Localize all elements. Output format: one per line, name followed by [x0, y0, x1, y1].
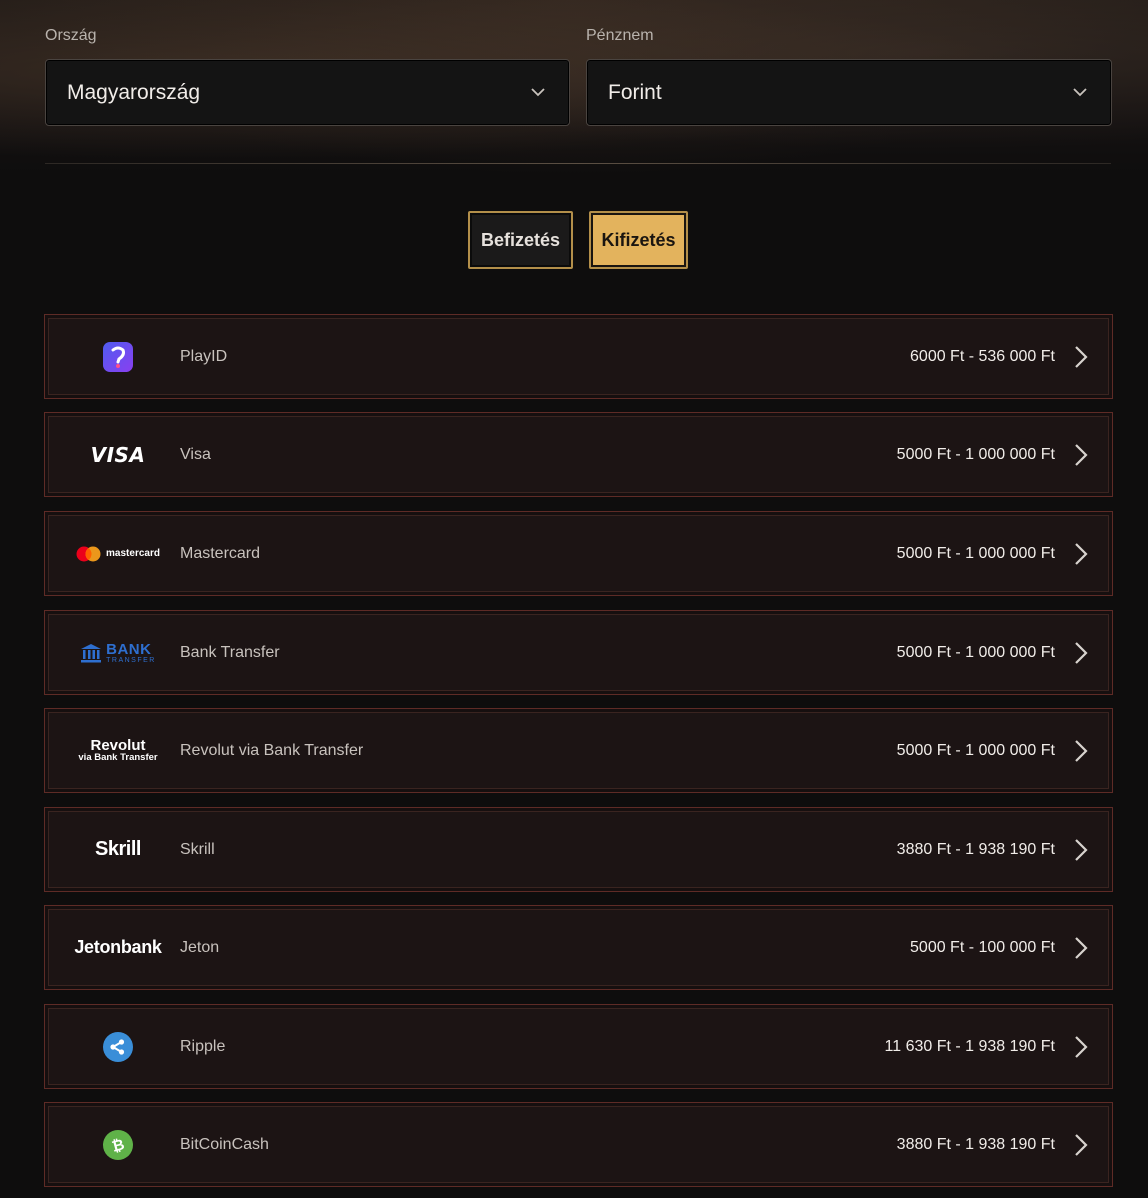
chevron-right-icon	[1075, 838, 1088, 861]
currency-select[interactable]: Forint	[586, 59, 1112, 126]
method-range: 5000 Ft - 100 000 Ft	[910, 938, 1055, 956]
method-range: 5000 Ft - 1 000 000 Ft	[896, 643, 1055, 661]
payment-method-visa[interactable]: VISA Visa 5000 Ft - 1 000 000 Ft	[44, 412, 1113, 497]
chevron-right-icon	[1075, 1133, 1088, 1156]
chevron-down-icon	[531, 87, 545, 96]
method-range: 5000 Ft - 1 000 000 Ft	[896, 445, 1055, 463]
chevron-right-icon	[1075, 542, 1088, 565]
divider	[45, 163, 1111, 164]
currency-select-value: Forint	[608, 80, 662, 104]
method-name: Mastercard	[180, 544, 261, 562]
chevron-down-icon	[1073, 87, 1087, 96]
ripple-icon	[65, 1009, 171, 1084]
payment-method-mastercard[interactable]: mastercard Mastercard 5000 Ft - 1 000 00…	[44, 511, 1113, 596]
tab-withdraw[interactable]: Kifizetés	[589, 211, 688, 269]
method-range: 6000 Ft - 536 000 Ft	[910, 347, 1055, 365]
chevron-right-icon	[1075, 443, 1088, 466]
method-name: Ripple	[180, 1037, 226, 1055]
method-range: 3880 Ft - 1 938 190 Ft	[896, 840, 1055, 858]
method-range: 11 630 Ft - 1 938 190 Ft	[884, 1037, 1055, 1055]
chevron-right-icon	[1075, 739, 1088, 762]
method-name: Bank Transfer	[180, 643, 280, 661]
method-range: 5000 Ft - 1 000 000 Ft	[896, 544, 1055, 562]
payment-method-bank-transfer[interactable]: BANK TRANSFER Bank Transfer 5000 Ft - 1 …	[44, 610, 1113, 695]
method-name: Jeton	[180, 938, 220, 956]
payment-method-ripple[interactable]: Ripple 11 630 Ft - 1 938 190 Ft	[44, 1004, 1113, 1089]
country-select-value: Magyarország	[67, 80, 201, 104]
payment-method-revolut[interactable]: Revolut via Bank Transfer Revolut via Ba…	[44, 708, 1113, 793]
payment-method-skrill[interactable]: Skrill Skrill 3880 Ft - 1 938 190 Ft	[44, 807, 1113, 892]
method-name: Visa	[180, 445, 211, 463]
chevron-right-icon	[1075, 936, 1088, 959]
bitcoincash-icon: ₿	[65, 1107, 171, 1182]
method-range: 3880 Ft - 1 938 190 Ft	[896, 1135, 1055, 1153]
playid-icon	[65, 319, 171, 394]
country-select[interactable]: Magyarország	[45, 59, 570, 126]
bank-transfer-logo: BANK TRANSFER	[65, 615, 171, 690]
mastercard-logo: mastercard	[65, 516, 171, 591]
country-label: Ország	[45, 27, 97, 44]
method-name: Revolut via Bank Transfer	[180, 741, 364, 759]
chevron-right-icon	[1075, 1035, 1088, 1058]
payment-method-playid[interactable]: PlayID 6000 Ft - 536 000 Ft	[44, 314, 1113, 399]
skrill-logo: Skrill	[95, 838, 141, 860]
revolut-logo: Revolut via Bank Transfer	[78, 737, 158, 764]
method-name: PlayID	[180, 347, 228, 365]
method-range: 5000 Ft - 1 000 000 Ft	[896, 741, 1055, 759]
tab-deposit[interactable]: Befizetés	[468, 211, 573, 269]
chevron-right-icon	[1075, 641, 1088, 664]
method-name: Skrill	[180, 840, 215, 858]
method-name: BitCoinCash	[180, 1135, 269, 1153]
jetonbank-logo: Jetonbank	[74, 937, 162, 957]
chevron-right-icon	[1075, 345, 1088, 368]
visa-logo: VISA	[90, 442, 146, 467]
payment-method-jeton[interactable]: Jetonbank Jeton 5000 Ft - 100 000 Ft	[44, 905, 1113, 990]
payment-method-bitcoincash[interactable]: ₿ BitCoinCash 3880 Ft - 1 938 190 Ft	[44, 1102, 1113, 1187]
currency-label: Pénznem	[586, 27, 654, 44]
